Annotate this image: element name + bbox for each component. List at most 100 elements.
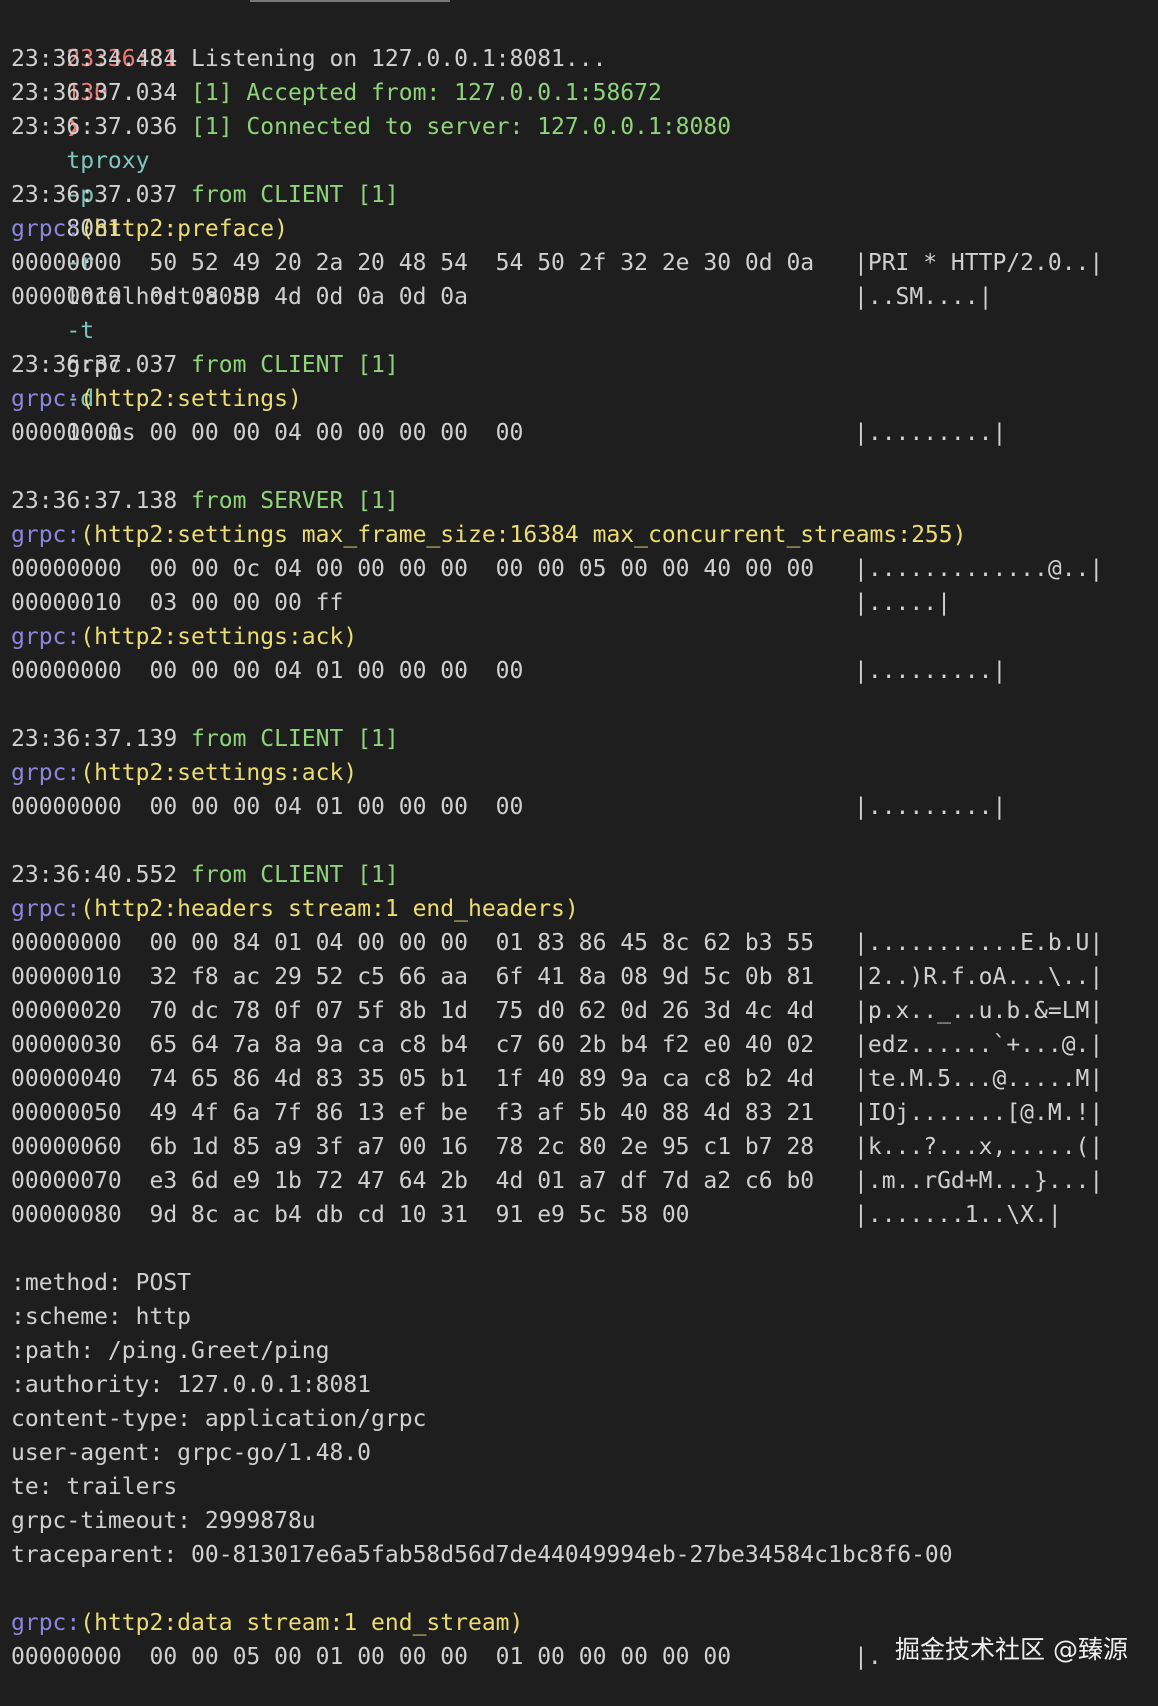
frame-prefix: grpc: [11,624,81,650]
header-line: traceparent: 00-813017e6a5fab58d56d7de44… [11,1542,953,1568]
frame-prefix: grpc: [11,760,81,786]
hex-row: 00000010 0d 0a 53 4d 0d 0a 0d 0a |..SM...… [11,280,1158,314]
hex-bytes: 00 00 00 04 01 00 00 00 00 [149,794,524,820]
log-connected: 23:36:37.036 [1] Connected to server: 12… [11,110,1158,144]
prompt-line: 23:36:31 130 ❯ tproxy -p 8081 -r localho… [11,8,1158,446]
hex-row: 00000000 50 52 49 20 2a 20 48 54 54 50 2… [11,246,1158,280]
frame-kind: (http2:settings max_frame_size:16384 max… [80,522,967,548]
hex-ascii: |edz......`+...@.| [854,1032,1104,1058]
hex-offset: 00000080 [11,1202,122,1228]
block-header: 23:36:37.037 from CLIENT [1] [11,178,1158,212]
hex-ascii: |PRI * HTTP/2.0..| [854,250,1104,276]
header-line: te: trailers [11,1474,178,1500]
hex-offset: 00000040 [11,1066,122,1092]
frame-label: grpc:(http2:settings:ack) [11,620,1158,654]
hex-ascii: |.......1..\X.| [854,1202,1062,1228]
block-header: 23:36:37.037 from CLIENT [1] [11,348,1158,382]
hex-offset: 00000000 [11,250,122,276]
hex-offset: 00000000 [11,930,122,956]
hex-offset: 00000070 [11,1168,122,1194]
log-time: 23:36:37.036 [11,114,178,140]
log-time: 23:36:34.484 [11,46,178,72]
hex-ascii: |k...?...x,.....(| [854,1134,1104,1160]
hex-bytes: 00 00 84 01 04 00 00 00 01 83 86 45 8c 6… [149,930,815,956]
frame-kind: (http2:settings) [80,386,302,412]
frame-label: grpc:(http2:preface) [11,212,1158,246]
hex-row: 00000060 6b 1d 85 a9 3f a7 00 16 78 2c 8… [11,1130,1158,1164]
hex-bytes: 03 00 00 00 ff [149,590,344,616]
log-text: Listening on 127.0.0.1:8081... [191,46,607,72]
header-line: :method: POST [11,1270,192,1296]
hex-row: 00000030 65 64 7a 8a 9a ca c8 b4 c7 60 2… [11,1028,1158,1062]
block-source: from CLIENT [1] [191,182,399,208]
hex-ascii: |..SM....| [854,284,993,310]
block-source: from SERVER [1] [191,488,399,514]
hex-bytes: 0d 0a 53 4d 0d 0a 0d 0a [149,284,468,310]
frame-label: grpc:(http2:settings:ack) [11,756,1158,790]
hex-ascii: |...........E.b.U| [854,930,1104,956]
frame-label: grpc:(http2:headers stream:1 end_headers… [11,892,1158,926]
frame-kind: (http2:data stream:1 end_stream) [80,1610,524,1636]
hex-bytes: 00 00 0c 04 00 00 00 00 00 00 05 00 00 4… [149,556,815,582]
hex-ascii: |.m..rGd+M...}...| [854,1168,1104,1194]
hex-row: 00000010 03 00 00 00 ff |.....| [11,586,1158,620]
block-header: 23:36:37.138 from SERVER [1] [11,484,1158,518]
header-line: user-agent: grpc-go/1.48.0 [11,1440,372,1466]
log-text: [1] Connected to server: 127.0.0.1:8080 [191,114,732,140]
hex-row: 00000000 00 00 0c 04 00 00 00 00 00 00 0… [11,552,1158,586]
hex-offset: 00000030 [11,1032,122,1058]
hex-ascii: |p.x.._..u.b.&=LM| [854,998,1104,1024]
hex-bytes: 9d 8c ac b4 db cd 10 31 91 e9 5c 58 00 [149,1202,690,1228]
hex-bytes: 00 00 05 00 01 00 00 00 01 00 00 00 00 0… [149,1644,732,1670]
hex-row: 00000010 32 f8 ac 29 52 c5 66 aa 6f 41 8… [11,960,1158,994]
hex-ascii: |.............@..| [854,556,1104,582]
frame-kind: (http2:preface) [80,216,288,242]
scrolled-off-line [0,0,1158,6]
hex-offset: 00000000 [11,420,122,446]
hex-offset: 00000050 [11,1100,122,1126]
frame-label: grpc:(http2:settings max_frame_size:1638… [11,518,1158,552]
hex-offset: 00000020 [11,998,122,1024]
log-listening: 23:36:34.484 Listening on 127.0.0.1:8081… [11,42,1158,76]
hex-bytes: 00 00 00 04 01 00 00 00 00 [149,658,524,684]
hex-row: 00000000 00 00 00 04 00 00 00 00 00 |....… [11,416,1158,450]
hex-offset: 00000060 [11,1134,122,1160]
block-source: from CLIENT [1] [191,352,399,378]
hex-offset: 00000000 [11,1644,122,1670]
log-text: [1] Accepted from: 127.0.0.1:58672 [191,80,662,106]
terminal-output[interactable]: 23:36:31 130 ❯ tproxy -p 8081 -r localho… [11,8,1158,1674]
log-time: 23:36:37.034 [11,80,178,106]
hex-row: 00000080 9d 8c ac b4 db cd 10 31 91 e9 5… [11,1198,1158,1232]
arg-flag: -t [66,318,95,344]
block-time: 23:36:37.139 [11,726,178,752]
hex-ascii: |IOj.......[@.M.!| [854,1100,1104,1126]
log-accepted: 23:36:37.034 [1] Accepted from: 127.0.0.… [11,76,1158,110]
frame-prefix: grpc: [11,216,81,242]
hex-ascii: |te.M.5...@.....M| [854,1066,1104,1092]
header-line: :authority: 127.0.0.1:8081 [11,1372,372,1398]
hex-ascii: |. [854,1644,882,1670]
hex-bytes: 74 65 86 4d 83 35 05 b1 1f 40 89 9a ca c… [149,1066,815,1092]
header-line: content-type: application/grpc [11,1406,427,1432]
hex-offset: 00000000 [11,794,122,820]
hex-bytes: 65 64 7a 8a 9a ca c8 b4 c7 60 2b b4 f2 e… [149,1032,815,1058]
hex-offset: 00000010 [11,964,122,990]
hex-row: 00000050 49 4f 6a 7f 86 13 ef be f3 af 5… [11,1096,1158,1130]
frame-kind: (http2:headers stream:1 end_headers) [80,896,579,922]
hex-ascii: |.....| [854,590,951,616]
hex-offset: 00000000 [11,658,122,684]
frame-prefix: grpc: [11,1610,81,1636]
header-line: :path: /ping.Greet/ping [11,1338,330,1364]
block-time: 23:36:37.037 [11,182,178,208]
header-line: :scheme: http [11,1304,192,1330]
block-header: 23:36:37.139 from CLIENT [1] [11,722,1158,756]
hex-bytes: 70 dc 78 0f 07 5f 8b 1d 75 d0 62 0d 26 3… [149,998,815,1024]
frame-label: grpc:(http2:settings) [11,382,1158,416]
frame-prefix: grpc: [11,386,81,412]
